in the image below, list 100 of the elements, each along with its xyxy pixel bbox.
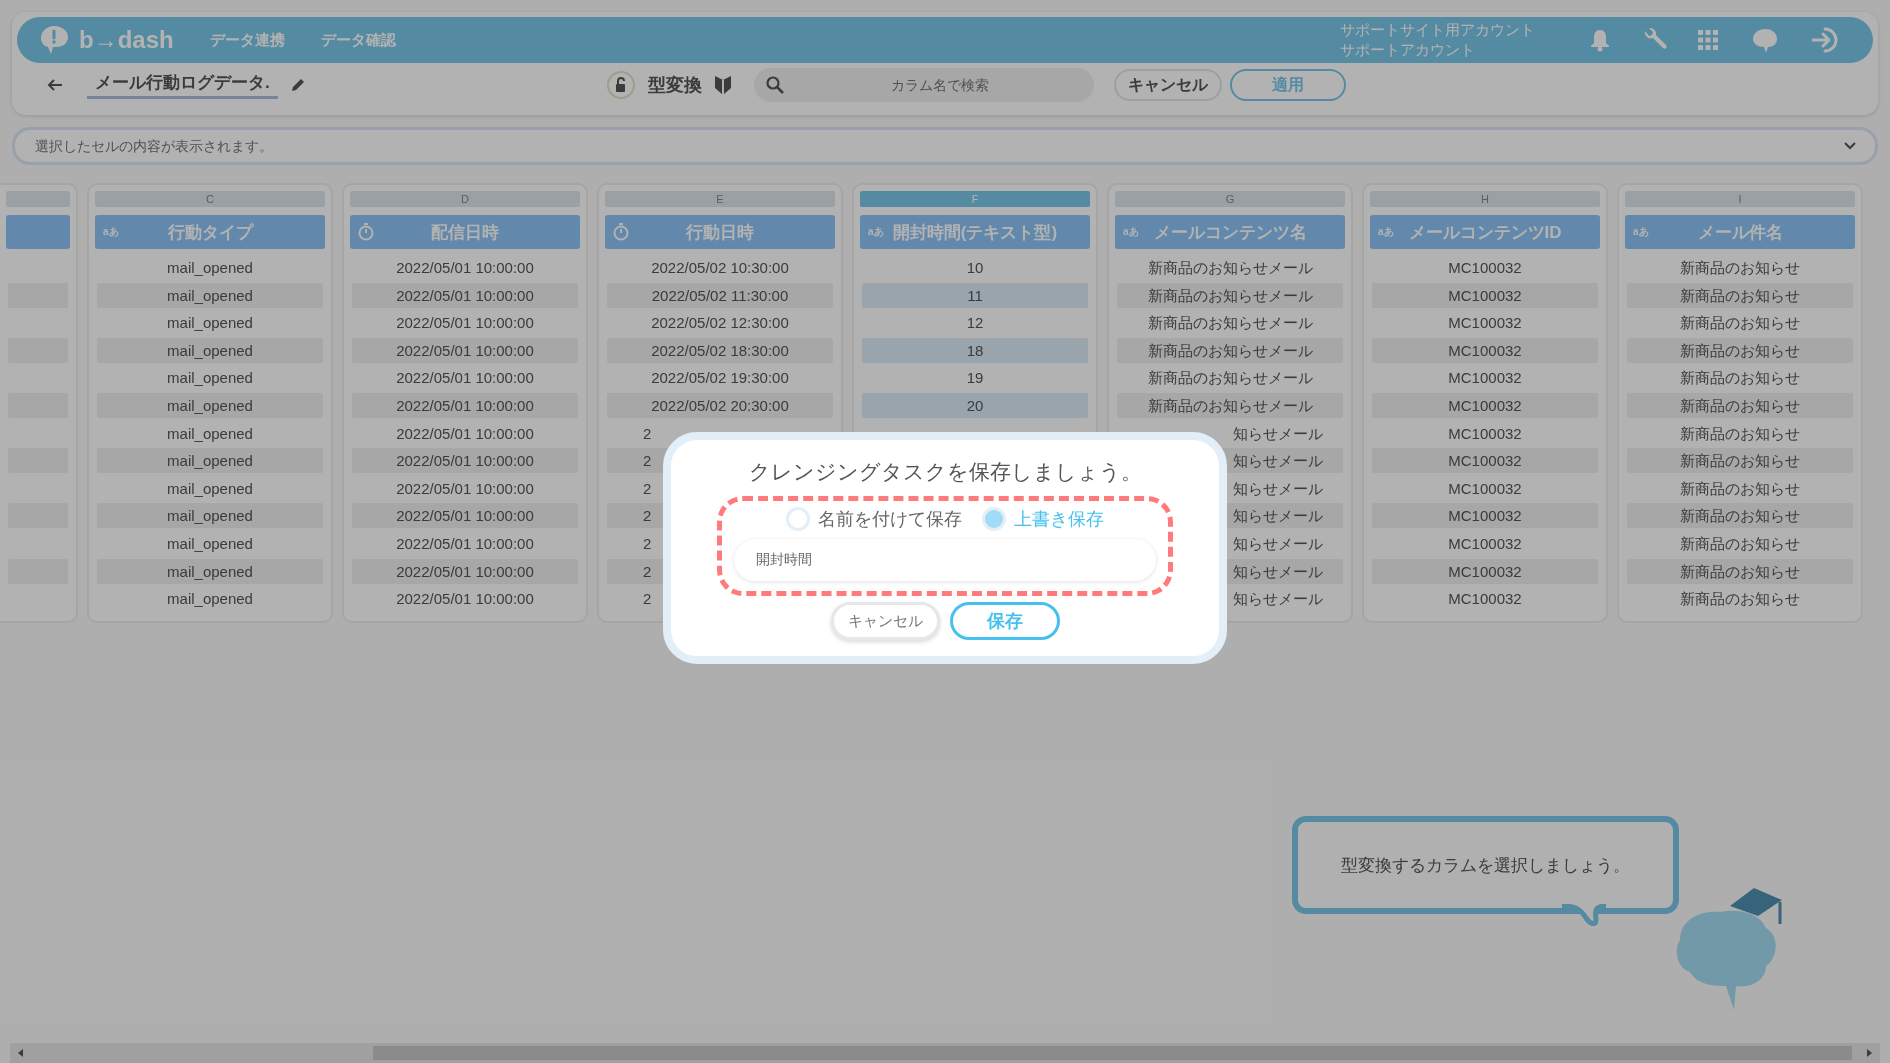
scroll-right-icon[interactable] <box>1864 1048 1874 1058</box>
table-cell[interactable]: MC100032 <box>1372 503 1598 529</box>
dataset-title: メール行動ログデータ. <box>87 71 278 99</box>
table-cell[interactable]: 新商品のお知らせメール <box>1117 282 1343 308</box>
dialog-button[interactable]: キャンセル <box>830 602 940 640</box>
mode-label: 型変換 <box>647 74 702 97</box>
search-field[interactable]: カラム名で検索 <box>753 68 1094 102</box>
table-cell[interactable]: MC100032 <box>1372 310 1598 336</box>
table-cell[interactable]: 新商品のお知らせメール <box>1117 365 1343 391</box>
table-cell[interactable]: 2022/05/02 19:30:00 <box>607 365 833 391</box>
table-cell[interactable]: MC100032 <box>1372 475 1598 501</box>
table-cell[interactable]: 19 <box>862 365 1088 391</box>
hint-text: 型変換するカラムを選択しましょう。 <box>1341 854 1630 877</box>
table-cell[interactable]: mail_opened <box>97 420 323 446</box>
table-cell[interactable]: mail_opened <box>97 448 323 474</box>
cell-content-bar[interactable]: 選択したセルの内容が表示されます。 <box>12 127 1878 165</box>
table-cell[interactable]: 2022/05/02 12:30:00 <box>607 310 833 336</box>
stopwatch-icon <box>613 223 629 241</box>
table-cell[interactable]: MC100032 <box>1372 337 1598 363</box>
table-cell[interactable]: 2022/05/01 10:00:00 <box>352 530 578 556</box>
table-cell[interactable]: 11 <box>862 282 1088 308</box>
table-cell[interactable]: mail_opened <box>97 282 323 308</box>
table-cell[interactable]: 新商品のお知らせ <box>1627 392 1853 418</box>
table-cell[interactable]: mail_opened <box>97 392 323 418</box>
table-cell[interactable]: 新商品のお知らせメール <box>1117 310 1343 336</box>
table-cell[interactable]: 2022/05/02 10:30:00 <box>607 255 833 280</box>
table-cell[interactable]: 2022/05/01 10:00:00 <box>352 337 578 363</box>
table-cell[interactable]: MC100032 <box>1372 365 1598 391</box>
text-type-icon: aあ <box>1378 225 1394 239</box>
table-cell[interactable]: mail_opened <box>97 503 323 529</box>
table-cell[interactable]: 20 <box>862 392 1088 418</box>
column-letter[interactable]: G <box>1115 191 1345 207</box>
table-cell[interactable]: 10 <box>862 255 1088 280</box>
table-cell[interactable]: 新商品のお知らせ <box>1627 503 1853 529</box>
table-cell[interactable]: 新商品のお知らせメール <box>1117 255 1343 280</box>
table-cell[interactable]: 2022/05/01 10:00:00 <box>352 558 578 584</box>
column-letter[interactable]: E <box>605 191 835 207</box>
table-cell[interactable]: 新商品のお知らせ <box>1627 530 1853 556</box>
table-cell[interactable]: 2022/05/01 10:00:00 <box>352 420 578 446</box>
stopwatch-icon <box>358 223 374 241</box>
table-cell[interactable]: 新商品のお知らせ <box>1627 475 1853 501</box>
table-cell[interactable]: MC100032 <box>1372 448 1598 474</box>
table-cell[interactable]: 2022/05/02 20:30:00 <box>607 392 833 418</box>
column-letter[interactable]: D <box>350 191 580 207</box>
table-cell[interactable]: 12 <box>862 310 1088 336</box>
table-cell[interactable]: mail_opened <box>97 530 323 556</box>
table-cell[interactable]: 新商品のお知らせメール <box>1117 337 1343 363</box>
table-cell[interactable]: 新商品のお知らせ <box>1627 310 1853 336</box>
table-cell[interactable]: 新商品のお知らせ <box>1627 282 1853 308</box>
table-cell[interactable]: 2022/05/02 18:30:00 <box>607 337 833 363</box>
horizontal-scrollbar[interactable] <box>10 1043 1880 1063</box>
toolbar-button[interactable]: キャンセル <box>1113 69 1222 101</box>
table-cell[interactable]: mail_opened <box>97 337 323 363</box>
scroll-left-icon[interactable] <box>16 1048 26 1058</box>
text-type-icon: aあ <box>1633 225 1649 239</box>
table-cell[interactable]: 2022/05/01 10:00:00 <box>352 503 578 529</box>
table-cell[interactable]: 新商品のお知らせメール <box>1117 392 1343 418</box>
table-cell[interactable]: MC100032 <box>1372 558 1598 584</box>
table-cell[interactable]: 2022/05/01 10:00:00 <box>352 255 578 280</box>
back-arrow-icon[interactable] <box>47 78 63 92</box>
table-cell[interactable]: mail_opened <box>97 255 323 280</box>
table-cell[interactable]: MC100032 <box>1372 255 1598 280</box>
table-cell[interactable]: 2022/05/01 10:00:00 <box>352 475 578 501</box>
table-cell[interactable]: 新商品のお知らせ <box>1627 448 1853 474</box>
table-cell[interactable]: MC100032 <box>1372 392 1598 418</box>
table-cell[interactable]: MC100032 <box>1372 586 1598 612</box>
column-letter[interactable]: C <box>95 191 325 207</box>
table-cell[interactable]: mail_opened <box>97 558 323 584</box>
chevron-down-icon[interactable] <box>1843 141 1857 151</box>
table-cell[interactable]: mail_opened <box>97 586 323 612</box>
table-cell[interactable]: mail_opened <box>97 310 323 336</box>
account-site: サポートサイト用アカウント <box>1340 20 1535 40</box>
task-name-field[interactable]: 開封時間 <box>734 539 1156 581</box>
table-cell[interactable]: 新商品のお知らせ <box>1627 558 1853 584</box>
search-icon <box>765 76 784 94</box>
table-cell[interactable]: 18 <box>862 337 1088 363</box>
table-cell[interactable]: 2022/05/01 10:00:00 <box>352 448 578 474</box>
table-cell[interactable]: MC100032 <box>1372 530 1598 556</box>
table-cell[interactable]: 2022/05/01 10:00:00 <box>352 282 578 308</box>
table-cell[interactable]: MC100032 <box>1372 282 1598 308</box>
column-letter[interactable]: H <box>1370 191 1600 207</box>
table-cell[interactable]: mail_opened <box>97 475 323 501</box>
table-cell[interactable]: 2022/05/01 10:00:00 <box>352 392 578 418</box>
lock-icon[interactable] <box>605 70 636 100</box>
table-cell[interactable]: 新商品のお知らせ <box>1627 586 1853 612</box>
table-cell[interactable]: 2022/05/01 10:00:00 <box>352 365 578 391</box>
search-input[interactable]: カラム名で検索 <box>793 76 1086 94</box>
pencil-icon[interactable] <box>289 77 306 93</box>
table-cell[interactable]: 新商品のお知らせ <box>1627 255 1853 280</box>
table-cell[interactable]: 新商品のお知らせ <box>1627 365 1853 391</box>
table-cell[interactable]: mail_opened <box>97 365 323 391</box>
table-cell[interactable]: 2022/05/02 11:30:00 <box>607 282 833 308</box>
table-cell[interactable]: 2022/05/01 10:00:00 <box>352 586 578 612</box>
table-cell[interactable]: MC100032 <box>1372 420 1598 446</box>
text-type-icon: aあ <box>103 225 119 239</box>
table-cell[interactable]: 新商品のお知らせ <box>1627 420 1853 446</box>
cell-content-input[interactable]: 選択したセルの内容が表示されます。 <box>33 137 1843 155</box>
table-cell[interactable]: 2022/05/01 10:00:00 <box>352 310 578 336</box>
table-cell[interactable]: 新商品のお知らせ <box>1627 337 1853 363</box>
radio-option[interactable]: 名前を付けて保存 <box>786 507 962 531</box>
